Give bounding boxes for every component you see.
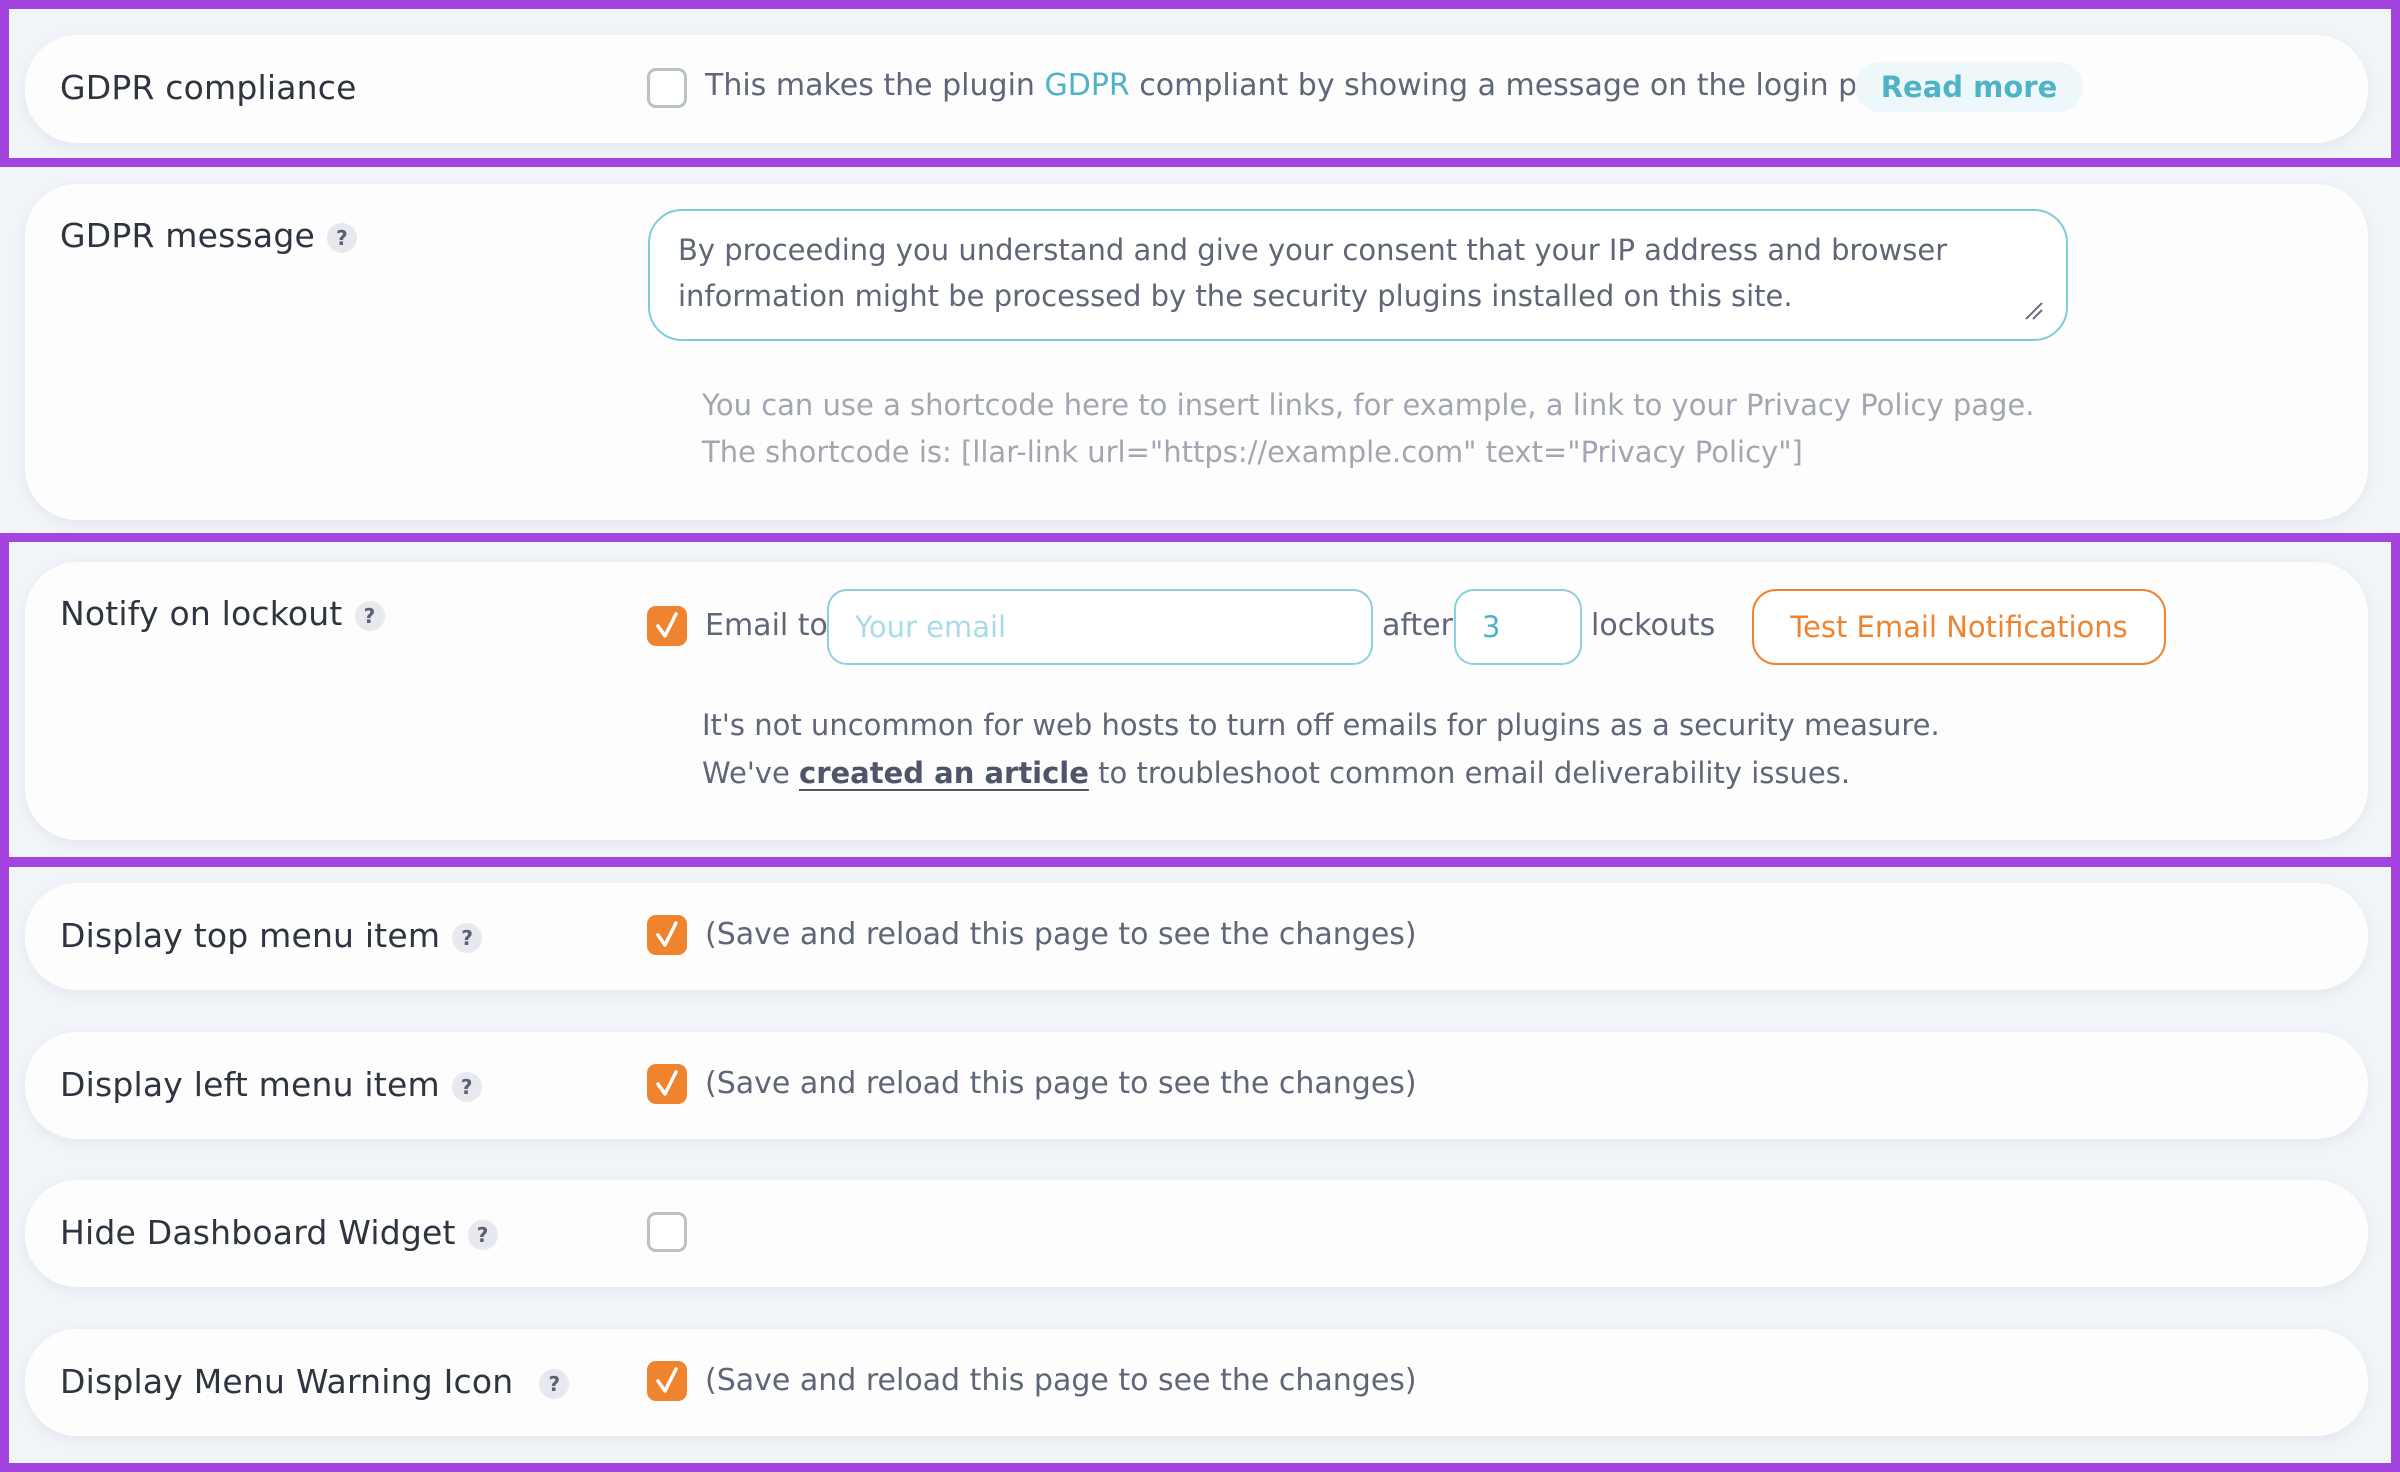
- note-text-after: to troubleshoot common email deliverabil…: [1088, 756, 1851, 790]
- gdpr-compliance-description: This makes the plugin GDPR compliant by …: [705, 68, 1923, 103]
- lockouts-count-value: 3: [1482, 610, 1501, 644]
- notify-on-lockout-row: Notify on lockout ? Email to Your email …: [25, 562, 2368, 840]
- email-note-line-2: We've created an article to troubleshoot…: [702, 749, 1850, 797]
- display-menu-warning-icon-row: Display Menu Warning Icon ? (Save and re…: [25, 1329, 2368, 1436]
- email-input-placeholder: Your email: [855, 610, 1007, 644]
- checkmark-icon: [656, 1367, 678, 1393]
- display-left-menu-item-checkbox[interactable]: [647, 1064, 687, 1104]
- setting-label-text: Hide Dashboard Widget: [60, 1213, 456, 1252]
- gdpr-compliance-checkbox[interactable]: [647, 68, 687, 108]
- email-to-label: Email to: [705, 608, 828, 643]
- gdpr-message-row: GDPR message ? By proceeding you underst…: [25, 184, 2368, 520]
- help-icon[interactable]: ?: [539, 1368, 570, 1399]
- display-left-menu-item-row: Display left menu item ? (Save and reloa…: [25, 1032, 2368, 1139]
- lockouts-label: lockouts: [1591, 608, 1716, 643]
- email-note-line-1: It's not uncommon for web hosts to turn …: [702, 708, 1940, 742]
- gdpr-message-label: GDPR message ?: [60, 216, 358, 255]
- gdpr-message-value: By proceeding you understand and give yo…: [678, 233, 1948, 313]
- setting-label-text: Display Menu Warning Icon: [60, 1362, 514, 1401]
- setting-hint: (Save and reload this page to see the ch…: [705, 1363, 1417, 1398]
- gdpr-compliance-label-text: GDPR compliance: [60, 68, 357, 107]
- setting-label-text: Display top menu item: [60, 916, 441, 955]
- notify-on-lockout-label-text: Notify on lockout: [60, 594, 343, 633]
- checkmark-icon: [656, 1070, 678, 1096]
- display-top-menu-item-label: Display top menu item ?: [60, 916, 483, 955]
- hide-dashboard-widget-checkbox[interactable]: [647, 1212, 687, 1252]
- gdpr-text-after: compliant by showing a message on the lo…: [1129, 68, 1923, 103]
- checkmark-icon: [656, 612, 678, 638]
- email-input[interactable]: Your email: [827, 589, 1373, 665]
- hide-dashboard-widget-row: Hide Dashboard Widget ?: [25, 1180, 2368, 1287]
- setting-hint: (Save and reload this page to see the ch…: [705, 1066, 1417, 1101]
- checkmark-icon: [656, 921, 678, 947]
- help-icon[interactable]: ?: [452, 922, 483, 953]
- setting-label-text: Display left menu item: [60, 1065, 440, 1104]
- gdpr-text-before: This makes the plugin: [705, 68, 1045, 103]
- display-menu-warning-icon-checkbox[interactable]: [647, 1361, 687, 1401]
- gdpr-compliance-row: GDPR compliance This makes the plugin GD…: [25, 35, 2368, 143]
- notify-on-lockout-label: Notify on lockout ?: [60, 594, 385, 633]
- gdpr-message-textarea[interactable]: By proceeding you understand and give yo…: [648, 209, 2068, 341]
- note-text-before: We've: [702, 756, 800, 790]
- gdpr-message-hint-1: You can use a shortcode here to insert l…: [702, 388, 2035, 422]
- help-icon[interactable]: ?: [327, 222, 358, 253]
- test-email-notifications-button[interactable]: Test Email Notifications: [1752, 589, 2166, 665]
- after-label: after: [1382, 608, 1453, 643]
- hide-dashboard-widget-label: Hide Dashboard Widget ?: [60, 1213, 498, 1252]
- display-left-menu-item-label: Display left menu item ?: [60, 1065, 482, 1104]
- gdpr-compliance-label: GDPR compliance: [60, 68, 357, 107]
- setting-hint: (Save and reload this page to see the ch…: [705, 917, 1417, 952]
- notify-on-lockout-checkbox[interactable]: [647, 606, 687, 646]
- lockouts-count-input[interactable]: 3: [1454, 589, 1582, 665]
- help-icon[interactable]: ?: [451, 1071, 482, 1102]
- display-menu-warning-icon-label: Display Menu Warning Icon ?: [60, 1362, 570, 1401]
- gdpr-message-hint-2: The shortcode is: [llar-link url="https:…: [702, 435, 1803, 469]
- read-more-button[interactable]: Read more: [1855, 62, 2083, 112]
- display-top-menu-item-row: Display top menu item ? (Save and reload…: [25, 883, 2368, 990]
- help-icon[interactable]: ?: [354, 600, 385, 631]
- gdpr-link[interactable]: GDPR: [1044, 68, 1129, 103]
- resize-handle-icon[interactable]: [2022, 299, 2044, 321]
- help-icon[interactable]: ?: [467, 1219, 498, 1250]
- gdpr-message-label-text: GDPR message: [60, 216, 316, 255]
- display-top-menu-item-checkbox[interactable]: [647, 915, 687, 955]
- created-article-link[interactable]: created an article: [799, 756, 1089, 790]
